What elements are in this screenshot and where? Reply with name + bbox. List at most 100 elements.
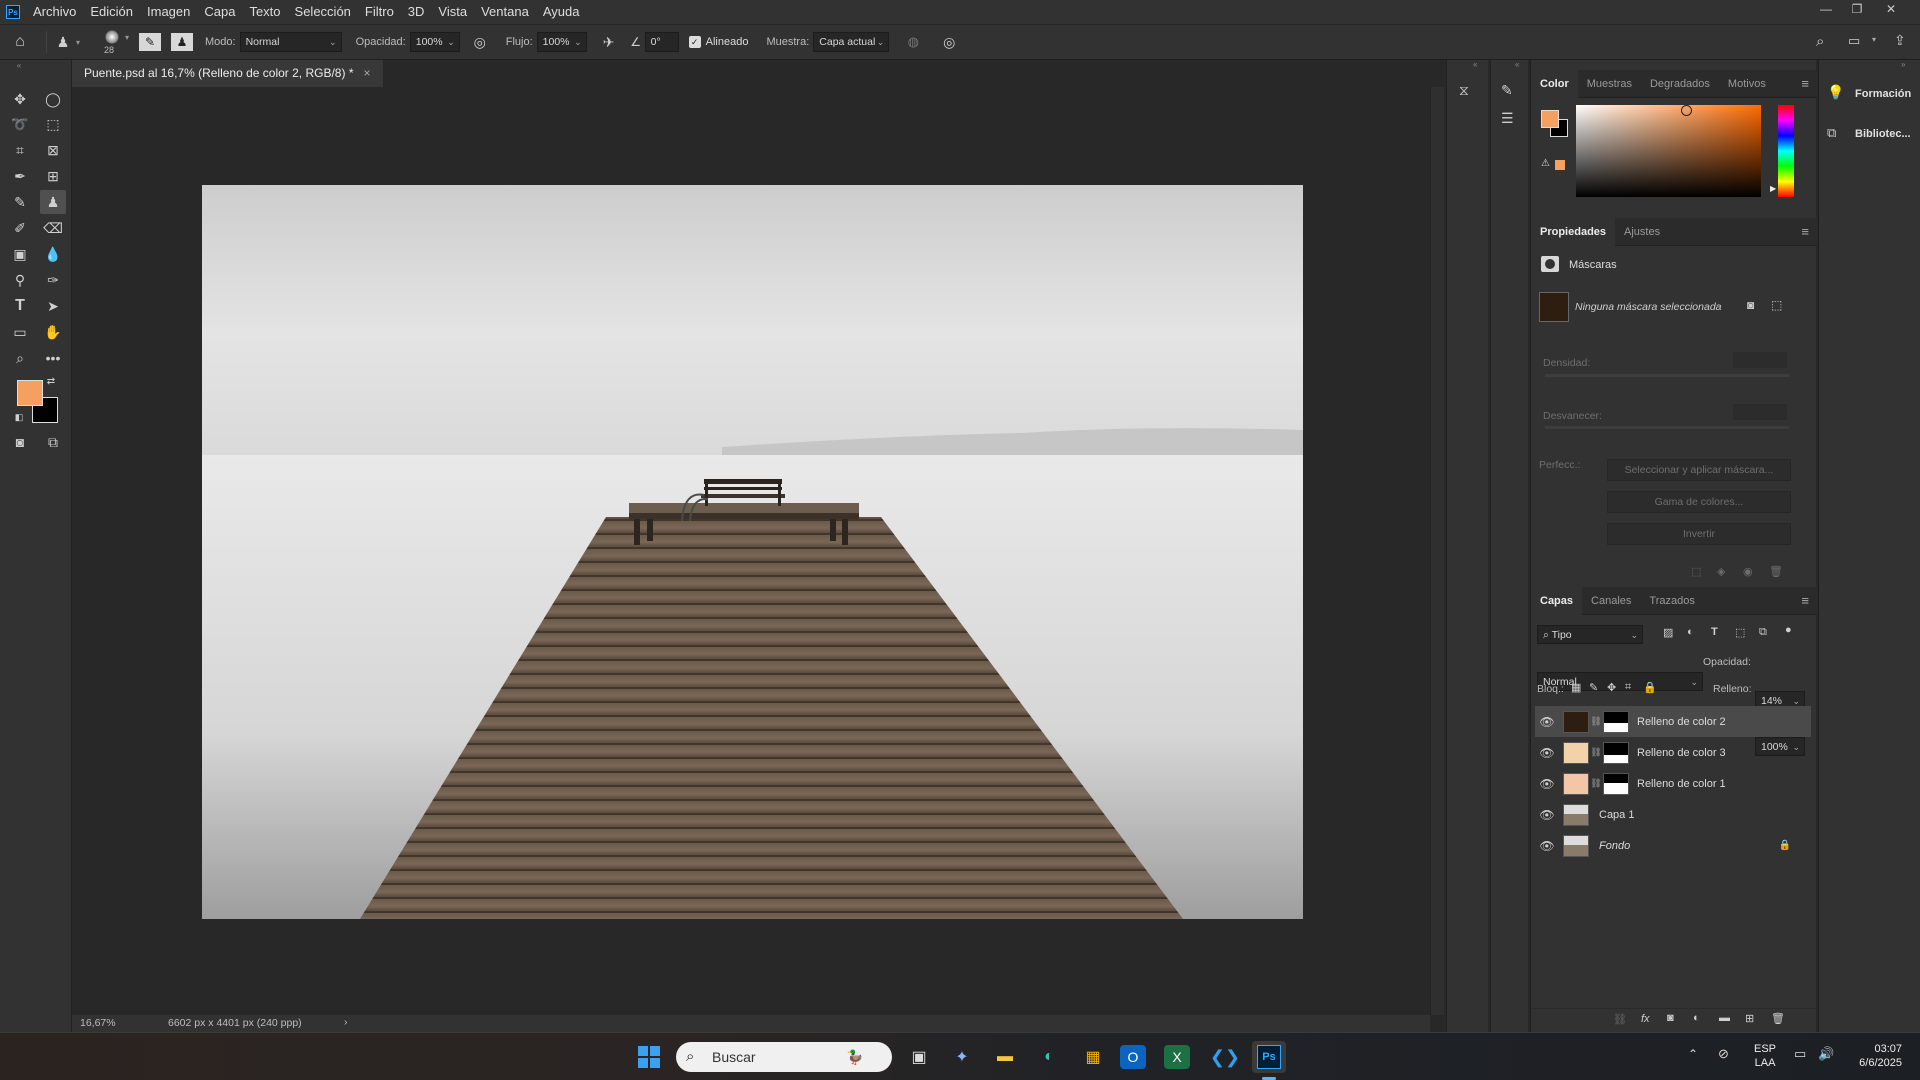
toggle-mask-icon[interactable]: ◉ (1743, 565, 1753, 578)
filter-toggle-icon[interactable]: ● (1785, 624, 1792, 636)
history-brush-icon[interactable]: ✐ (7, 216, 33, 240)
layer-mask-thumbnail[interactable] (1603, 772, 1629, 795)
default-colors-icon[interactable]: ◧ (12, 410, 26, 424)
file-explorer-icon[interactable]: ▬ (988, 1041, 1022, 1073)
visibility-eye-icon[interactable]: 👁 (1535, 715, 1559, 729)
clone-source-icon[interactable]: ♟ (171, 33, 193, 51)
clock[interactable]: 03:07 6/6/2025 (1844, 1042, 1902, 1070)
layer-mask-thumbnail[interactable] (1603, 741, 1629, 764)
delete-layer-icon[interactable]: 🗑 (1771, 1012, 1785, 1025)
menu-seleccion[interactable]: Selección (288, 0, 358, 24)
store-icon[interactable]: ▦ (1076, 1041, 1110, 1073)
ignore-adjustment-layers-icon[interactable]: ◍ (901, 34, 925, 50)
tab-degradados[interactable]: Degradados (1641, 70, 1719, 98)
layer-mask-thumbnail[interactable] (1603, 710, 1629, 733)
fill-color-thumbnail[interactable] (1563, 710, 1589, 733)
apply-mask-icon[interactable]: ◈ (1717, 565, 1725, 578)
photoshop-taskbar-icon[interactable]: Ps (1252, 1041, 1286, 1073)
filter-shape-icon[interactable]: ⬚ (1735, 626, 1745, 639)
color-range-button[interactable]: Gama de colores... (1607, 491, 1791, 513)
layer-name[interactable]: Relleno de color 1 (1637, 778, 1726, 790)
tab-muestras[interactable]: Muestras (1578, 70, 1641, 98)
chevron-down-icon[interactable]: ▾ (1872, 35, 1876, 44)
layer-name[interactable]: Relleno de color 2 (1637, 716, 1726, 728)
sample-select[interactable]: Capa actual ⌄ (813, 32, 890, 52)
brush-settings-panel-icon[interactable]: ✎ (1501, 82, 1513, 99)
menu-capa[interactable]: Capa (197, 0, 242, 24)
hue-slider-handle[interactable]: ▶ (1770, 184, 1776, 193)
more-tools-icon[interactable]: ••• (40, 346, 66, 370)
restore-icon[interactable]: ❐ (1844, 0, 1870, 20)
lock-pixels-icon[interactable]: ✎ (1589, 681, 1598, 694)
patch-tool-icon[interactable]: ⊞ (40, 164, 66, 188)
brush-preset-picker[interactable]: 28 ▾ (95, 27, 135, 57)
color-picker-ring[interactable] (1681, 105, 1692, 116)
menu-archivo[interactable]: Archivo (26, 0, 83, 24)
taskbar-search-box[interactable]: ⌕ Buscar 🦆 (676, 1042, 892, 1072)
crop-tool-icon[interactable]: ⌗ (7, 138, 33, 162)
delete-mask-icon[interactable]: 🗑 (1769, 565, 1783, 578)
libraries-label[interactable]: Bibliotec... (1855, 128, 1911, 140)
volume-icon[interactable]: 🔊 (1818, 1046, 1834, 1062)
zoom-level[interactable]: 16,67% (80, 1017, 116, 1029)
angle-field[interactable]: 0° (644, 32, 679, 52)
start-windows-icon[interactable] (632, 1041, 666, 1073)
lasso-tool-icon[interactable]: ➰ (7, 112, 33, 136)
fx-icon[interactable]: fx (1641, 1013, 1650, 1025)
menu-vista[interactable]: Vista (431, 0, 474, 24)
screen-mode-icon[interactable]: ⧉ (40, 430, 66, 454)
rectangle-tool-icon[interactable]: ▭ (7, 320, 33, 344)
layer-row[interactable]: 👁 ⛓ Relleno de color 2 (1535, 706, 1811, 737)
menu-edicion[interactable]: Edición (83, 0, 140, 24)
menu-ventana[interactable]: Ventana (474, 0, 536, 24)
close-window-icon[interactable]: ✕ (1878, 0, 1904, 20)
link-icon[interactable]: ⛓ (1589, 716, 1603, 727)
menu-imagen[interactable]: Imagen (140, 0, 197, 24)
tab-propiedades[interactable]: Propiedades (1531, 217, 1616, 246)
invert-button[interactable]: Invertir (1607, 523, 1791, 545)
filter-pixel-icon[interactable]: ▨ (1663, 626, 1673, 639)
fill-color-thumbnail[interactable] (1563, 772, 1589, 795)
select-and-mask-button[interactable]: Seleccionar y aplicar máscara... (1607, 459, 1791, 481)
link-icon[interactable]: ⛓ (1589, 747, 1603, 758)
history-panel-icon[interactable]: ⧖ (1459, 82, 1469, 99)
network-icon[interactable]: ⊘ (1718, 1046, 1729, 1062)
brush-tool-icon[interactable]: ✎ (7, 190, 33, 214)
collapse-icon[interactable]: « (1473, 60, 1477, 69)
foreground-color-swatch-top[interactable] (17, 380, 43, 406)
eraser-icon[interactable]: ⌫ (40, 216, 66, 240)
opacity-field[interactable]: 100% ⌄ (409, 32, 460, 52)
document-image[interactable] (202, 185, 1303, 919)
add-vector-mask-icon[interactable]: ⬚ (1771, 298, 1782, 312)
fill-color-thumbnail[interactable] (1563, 741, 1589, 764)
dodge-tool-icon[interactable]: ⚲ (7, 268, 33, 292)
lock-all-icon[interactable]: 🔒 (1643, 681, 1657, 694)
menu-3d[interactable]: 3D (401, 0, 432, 24)
pressure-opacity-icon[interactable]: ◎ (468, 34, 492, 51)
tab-capas[interactable]: Capas (1531, 586, 1583, 615)
libraries-icon[interactable]: ⧉ (1827, 125, 1836, 141)
new-adjustment-icon[interactable]: ◐ (1693, 1012, 1700, 1024)
frame-tool-icon[interactable]: ⊠ (40, 138, 66, 162)
swap-colors-icon[interactable]: ⇄ (44, 374, 58, 388)
mode-select[interactable]: Normal ⌄ (239, 32, 342, 52)
hue-slider[interactable] (1778, 105, 1794, 197)
lock-artboard-icon[interactable]: ⌗ (1625, 681, 1631, 694)
panel-menu-icon[interactable]: ≡ (1801, 76, 1809, 91)
eyedropper-icon[interactable]: ✒ (7, 164, 33, 188)
collapse-icon[interactable]: « (6, 60, 32, 70)
canvas-area[interactable] (72, 87, 1430, 1015)
new-group-icon[interactable]: ▬ (1719, 1012, 1730, 1024)
clone-stamp-icon[interactable]: ♟ (40, 190, 66, 214)
minimize-icon[interactable]: — (1813, 0, 1839, 20)
chevron-down-icon[interactable]: ▾ (73, 38, 83, 47)
airbrush-icon[interactable]: ✈ (597, 34, 621, 51)
feather-field[interactable] (1733, 404, 1787, 420)
layer-row[interactable]: 👁 Fondo 🔒 (1535, 830, 1811, 861)
home-icon[interactable]: ⌂ (0, 33, 40, 51)
tab-trazados[interactable]: Trazados (1640, 587, 1703, 615)
copilot-icon[interactable]: ✦ (945, 1041, 979, 1073)
layer-name[interactable]: Fondo (1599, 840, 1630, 852)
filter-adjustment-icon[interactable]: ◐ (1687, 626, 1694, 638)
visibility-eye-icon[interactable]: 👁 (1535, 777, 1559, 791)
